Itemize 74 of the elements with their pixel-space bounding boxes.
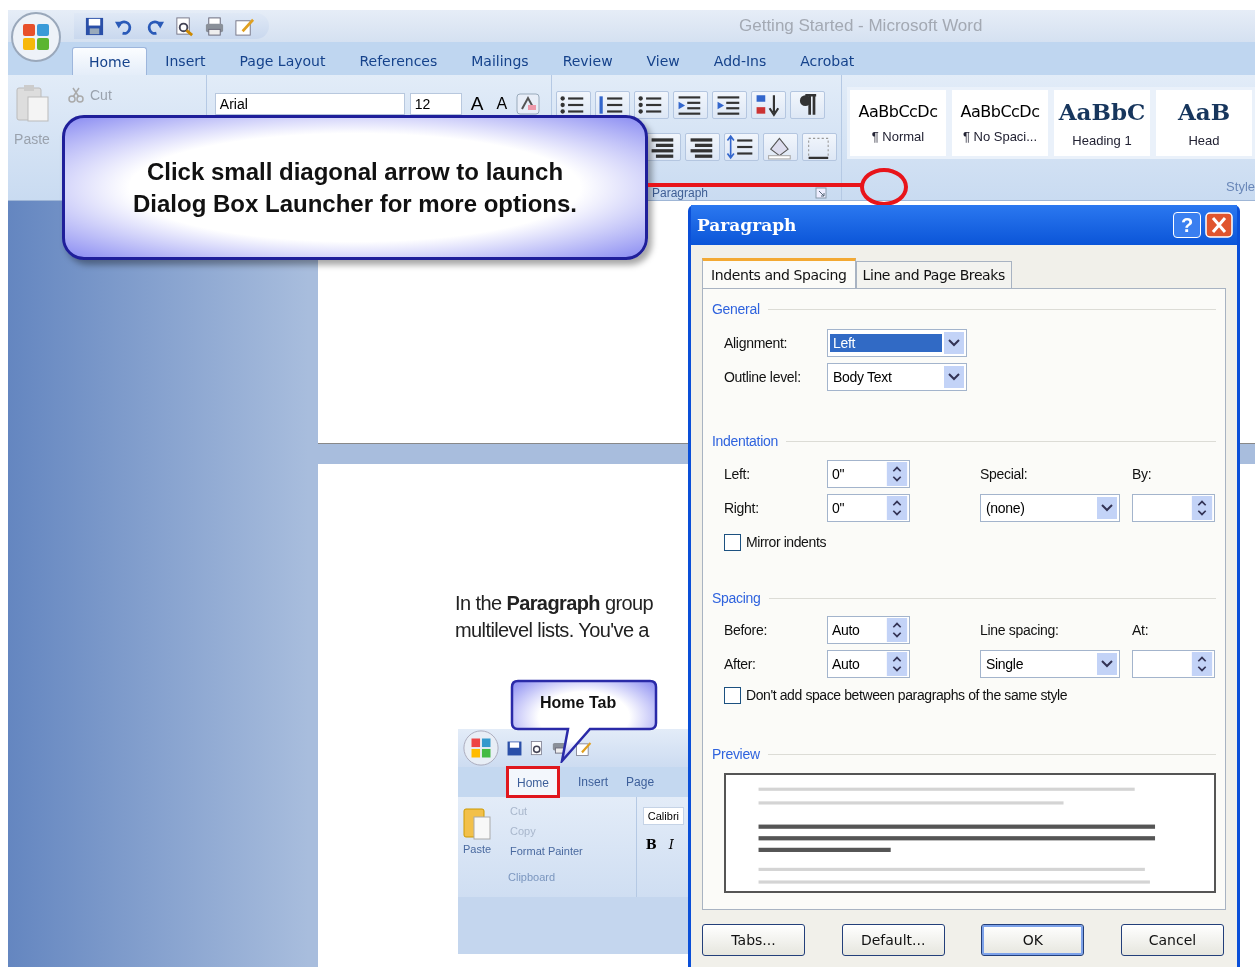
- tab-label: Page: [626, 775, 655, 789]
- ribbon-tab[interactable]: View: [630, 47, 696, 75]
- field-label: After:: [724, 656, 757, 672]
- window-title: Getting Started - Microsoft Word: [739, 16, 983, 36]
- callout-text: Click small diagonal arrow to launch: [146, 157, 564, 186]
- spin-box[interactable]: 0": [827, 460, 910, 488]
- field-label: Outline level:: [724, 369, 802, 385]
- field-label: Right:: [724, 500, 760, 516]
- field-label: Line spacing:: [980, 622, 1060, 638]
- dialog-button[interactable]: Default...: [841, 924, 945, 956]
- ribbon-tab[interactable]: Review: [546, 47, 629, 75]
- dropdown[interactable]: (none): [980, 494, 1120, 522]
- style-sample: AaBbC: [1058, 98, 1146, 125]
- callout-text: Home Tab: [540, 694, 617, 712]
- dialog-button[interactable]: OK: [981, 924, 1085, 956]
- paragraph-text: multilevel lists. You've a: [455, 618, 651, 643]
- shrink-font-button[interactable]: A: [492, 95, 512, 113]
- font-name-field: Calibri: [642, 807, 684, 825]
- dropdown[interactable]: Single: [980, 650, 1120, 678]
- dropdown[interactable]: Left: [827, 329, 967, 357]
- dialog-tab[interactable]: Line and Page Breaks: [855, 261, 1012, 288]
- style-sample: AaBbCcDc: [858, 102, 938, 121]
- tab-label: Home: [517, 776, 549, 790]
- paragraph-text: In the Paragraph group: [455, 591, 655, 616]
- dialog-button[interactable]: Tabs...: [702, 924, 805, 956]
- dialog-button[interactable]: Cancel: [1120, 924, 1224, 956]
- ribbon-tab[interactable]: Home: [72, 47, 148, 75]
- field-label: Before:: [724, 622, 769, 638]
- ribbon-tab[interactable]: Acrobat: [784, 47, 871, 75]
- field-label: By:: [1132, 466, 1153, 482]
- spin-box[interactable]: Auto: [827, 650, 910, 678]
- help-button[interactable]: ?: [1173, 212, 1201, 238]
- grow-font-button[interactable]: A: [466, 93, 488, 115]
- group-label: Paragraph: [652, 186, 709, 200]
- font-size-field[interactable]: 12: [409, 93, 462, 115]
- ribbon-tab[interactable]: Mailings: [455, 47, 545, 75]
- ribbon-tab[interactable]: Insert: [149, 47, 222, 75]
- checkbox-label: Don't add space between paragraphs of the same style: [746, 687, 1068, 703]
- spin-box[interactable]: 0": [827, 494, 910, 522]
- dropdown[interactable]: Body Text: [827, 363, 967, 391]
- section-heading: Indentation: [712, 433, 778, 449]
- style-swatch[interactable]: AaB Head: [1156, 90, 1252, 156]
- ribbon-tab[interactable]: Add-Ins: [697, 47, 783, 75]
- style-swatch[interactable]: AaBbCcDc ¶ Normal: [850, 90, 946, 156]
- bold-label: B: [644, 837, 658, 852]
- field-label: Alignment:: [724, 335, 789, 351]
- callout-text: Dialog Box Launcher for more options.: [132, 189, 577, 218]
- group-label: Style: [1226, 179, 1255, 194]
- field-label: Left:: [724, 466, 751, 482]
- dialog-tab[interactable]: Indents and Spacing: [702, 258, 856, 288]
- style-name: Heading 1: [1072, 133, 1132, 148]
- command-label: Format Painter: [510, 845, 583, 857]
- style-name: ¶ Normal: [871, 129, 925, 144]
- font-name-field[interactable]: Arial: [214, 93, 405, 115]
- dialog-title: Paragraph: [697, 215, 798, 235]
- style-name: ¶ No Spaci...: [962, 129, 1038, 144]
- italic-label: I: [667, 837, 675, 852]
- paste-label: Paste: [462, 843, 492, 855]
- style-sample: AaB: [1177, 98, 1231, 125]
- style-name: Head: [1188, 133, 1220, 148]
- section-heading: General: [712, 301, 760, 317]
- ribbon-tab[interactable]: References: [343, 47, 454, 75]
- ribbon-tab[interactable]: Page Layout: [223, 47, 342, 75]
- section-heading: Spacing: [712, 590, 761, 606]
- style-sample: AaBbCcDc: [960, 102, 1040, 121]
- style-swatch[interactable]: AaBbC Heading 1: [1054, 90, 1150, 156]
- tab-label: Insert: [578, 775, 609, 789]
- style-swatch[interactable]: AaBbCcDc ¶ No Spaci...: [952, 90, 1048, 156]
- group-label: Clipboard: [508, 871, 556, 883]
- field-label: Special:: [980, 466, 1029, 482]
- field-label: At:: [1132, 622, 1150, 638]
- spin-box[interactable]: Auto: [827, 616, 910, 644]
- checkbox-label: Mirror indents: [746, 534, 826, 550]
- section-heading: Preview: [712, 746, 760, 762]
